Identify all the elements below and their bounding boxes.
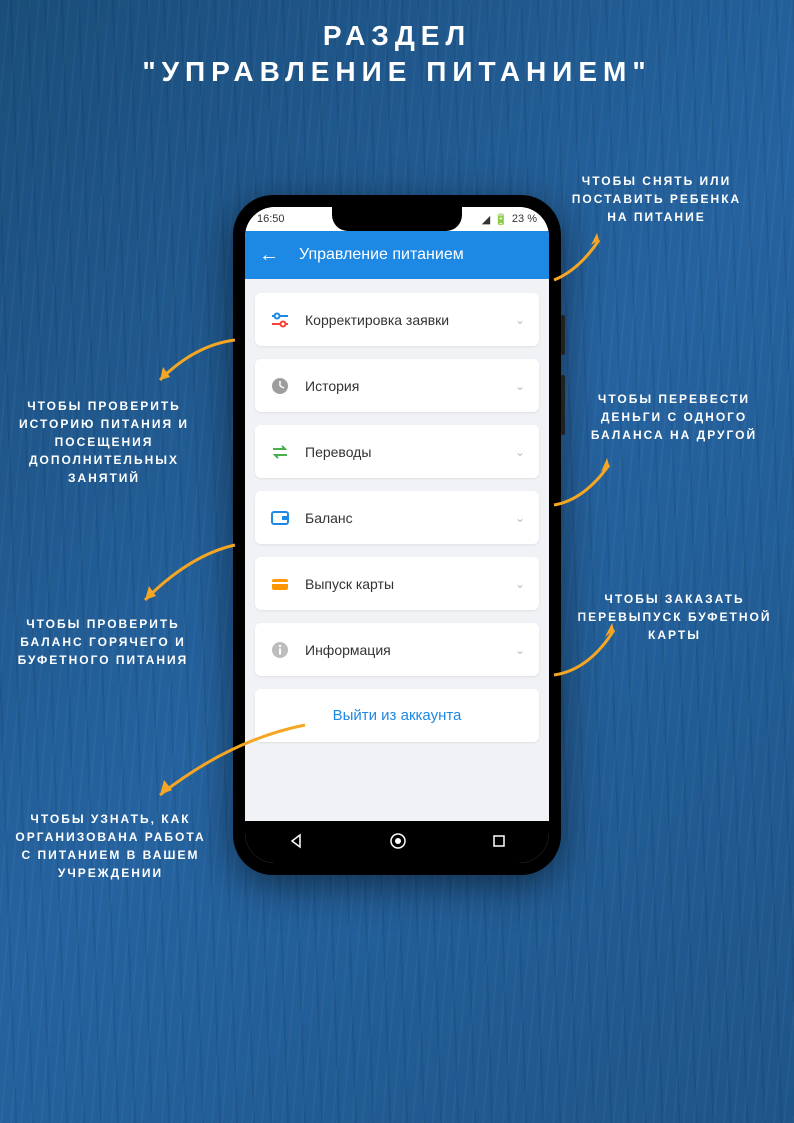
- android-nav-bar: [245, 821, 549, 863]
- logout-button[interactable]: Выйти из аккаунта: [255, 689, 539, 742]
- signal-icon: ◢: [482, 213, 490, 226]
- menu-label: Баланс: [305, 510, 501, 526]
- menu-item-info[interactable]: Информация ⌄: [255, 623, 539, 676]
- wallet-icon: [269, 507, 291, 529]
- menu-label: Корректировка заявки: [305, 312, 501, 328]
- chevron-down-icon: ⌄: [515, 313, 525, 327]
- info-icon: [269, 639, 291, 661]
- annotation-history: ЧТОБЫ ПРОВЕРИТЬ ИСТОРИЮ ПИТАНИЯ И ПОСЕЩЕ…: [10, 397, 198, 487]
- status-time: 16:50: [257, 213, 285, 225]
- logout-label: Выйти из аккаунта: [333, 707, 462, 724]
- menu-label: Переводы: [305, 444, 501, 460]
- title-line-2: "УПРАВЛЕНИЕ ПИТАНИЕМ": [0, 56, 794, 88]
- annotation-card: ЧТОБЫ ЗАКАЗАТЬ ПЕРЕВЫПУСК БУФЕТНОЙ КАРТЫ: [577, 590, 772, 644]
- arrow-transfers: [549, 450, 629, 515]
- annotation-balance: ЧТОБЫ ПРОВЕРИТЬ БАЛАНС ГОРЯЧЕГО И БУФЕТН…: [13, 615, 193, 669]
- annotation-adjust: ЧТОБЫ СНЯТЬ ИЛИ ПОСТАВИТЬ РЕБЕНКА НА ПИТ…: [559, 172, 754, 226]
- sliders-icon: [269, 309, 291, 331]
- transfer-icon: [269, 441, 291, 463]
- phone-side-button: [561, 375, 565, 435]
- menu-content: Корректировка заявки ⌄ История ⌄ Перевод…: [245, 279, 549, 756]
- annotation-info: ЧТОБЫ УЗНАТЬ, КАК ОРГАНИЗОВАНА РАБОТА С …: [8, 810, 213, 882]
- menu-item-history[interactable]: История ⌄: [255, 359, 539, 412]
- menu-label: История: [305, 378, 501, 394]
- card-icon: [269, 573, 291, 595]
- chevron-down-icon: ⌄: [515, 445, 525, 459]
- title-line-1: РАЗДЕЛ: [0, 20, 794, 52]
- page-title: РАЗДЕЛ "УПРАВЛЕНИЕ ПИТАНИЕМ": [0, 0, 794, 88]
- menu-label: Выпуск карты: [305, 576, 501, 592]
- phone-frame: 16:50 ◢ 🔋 23 % ← Управление питанием Кор…: [233, 195, 561, 875]
- phone-notch: [332, 207, 462, 231]
- arrow-history: [145, 335, 240, 395]
- nav-back-button[interactable]: [288, 833, 304, 852]
- app-bar-title: Управление питанием: [299, 246, 464, 264]
- back-button[interactable]: ←: [259, 244, 279, 267]
- chevron-down-icon: ⌄: [515, 379, 525, 393]
- menu-item-adjust[interactable]: Корректировка заявки ⌄: [255, 293, 539, 346]
- chevron-down-icon: ⌄: [515, 643, 525, 657]
- phone-screen: 16:50 ◢ 🔋 23 % ← Управление питанием Кор…: [245, 207, 549, 863]
- nav-home-button[interactable]: [389, 832, 407, 853]
- menu-item-card[interactable]: Выпуск карты ⌄: [255, 557, 539, 610]
- clock-icon: [269, 375, 291, 397]
- nav-recent-button[interactable]: [492, 834, 506, 851]
- phone-side-button: [561, 315, 565, 355]
- annotation-transfers: ЧТОБЫ ПЕРЕВЕСТИ ДЕНЬГИ С ОДНОГО БАЛАНСА …: [574, 390, 774, 444]
- status-right: ◢ 🔋 23 %: [482, 213, 537, 226]
- menu-label: Информация: [305, 642, 501, 658]
- app-bar: ← Управление питанием: [245, 231, 549, 279]
- chevron-down-icon: ⌄: [515, 577, 525, 591]
- battery-percent: 23 %: [512, 213, 537, 225]
- menu-item-transfers[interactable]: Переводы ⌄: [255, 425, 539, 478]
- menu-item-balance[interactable]: Баланс ⌄: [255, 491, 539, 544]
- battery-icon: 🔋: [494, 213, 508, 226]
- chevron-down-icon: ⌄: [515, 511, 525, 525]
- arrow-balance: [130, 540, 240, 615]
